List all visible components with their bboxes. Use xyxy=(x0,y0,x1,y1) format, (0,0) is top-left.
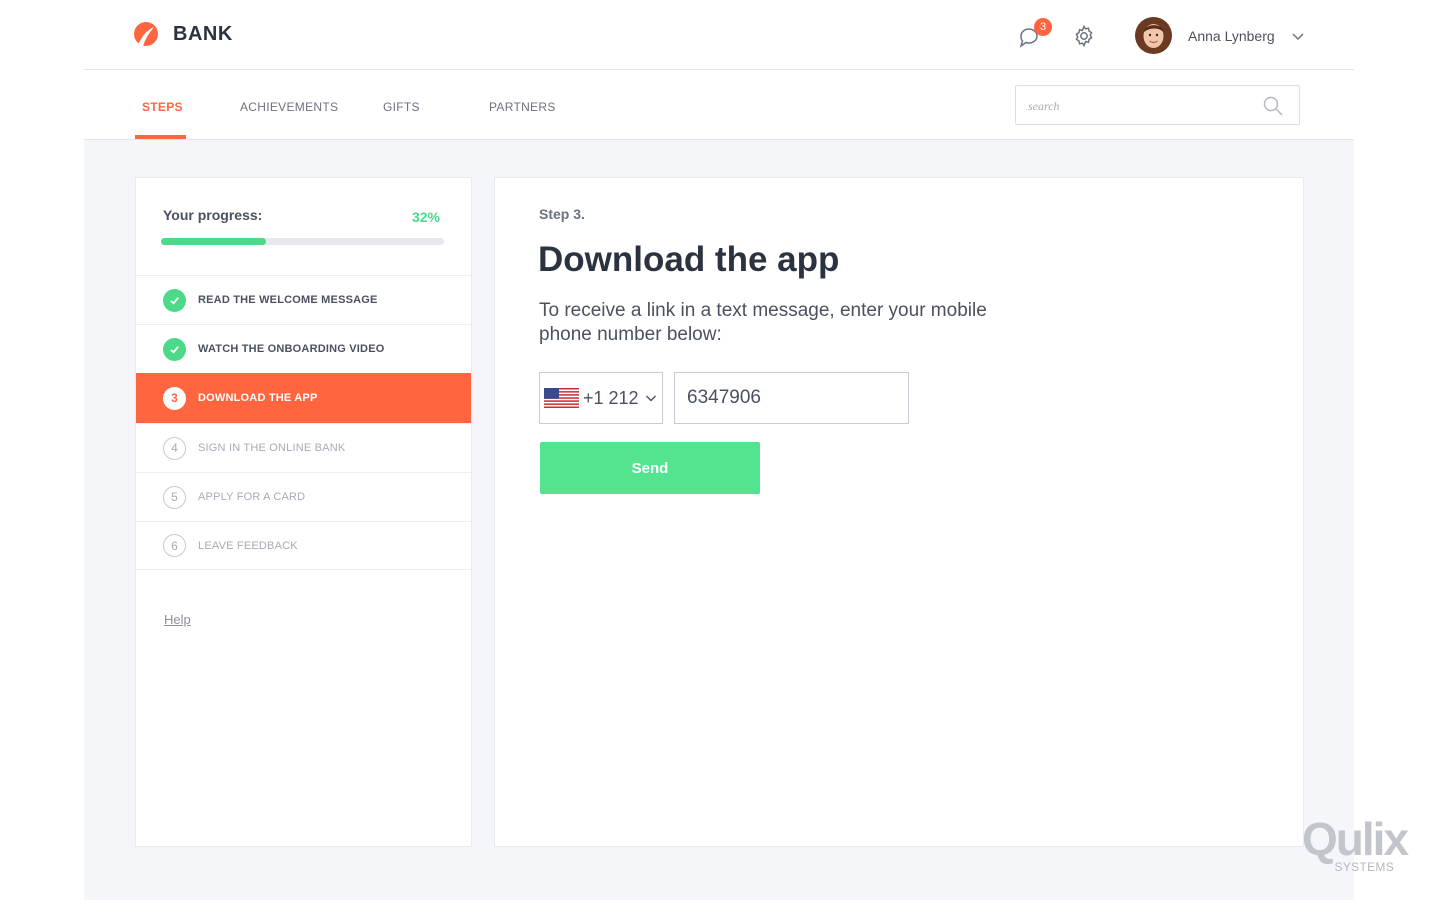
tab-achievements[interactable]: ACHIEVEMENTS xyxy=(240,100,338,114)
step-number-badge: 4 xyxy=(163,436,186,460)
step-number-badge: 5 xyxy=(163,485,186,509)
send-button[interactable]: Send xyxy=(540,442,760,494)
step-label: LEAVE FEEDBACK xyxy=(198,539,298,552)
step-item-sign-in[interactable]: 4 SIGN IN THE ONLINE BANK xyxy=(136,423,471,472)
step-label: READ THE WELCOME MESSAGE xyxy=(198,294,378,306)
logo-mark-icon xyxy=(134,22,158,46)
progress-label: Your progress: xyxy=(163,207,263,223)
step-number-badge: 3 xyxy=(163,386,186,410)
step-label: WATCH THE ONBOARDING VIDEO xyxy=(198,343,385,355)
progress-bar-fill xyxy=(161,238,266,245)
check-icon xyxy=(163,288,186,312)
settings-button[interactable] xyxy=(1072,24,1096,48)
tab-partners[interactable]: PARTNERS xyxy=(489,100,556,114)
dial-code: +1 212 xyxy=(583,387,639,408)
phone-input[interactable] xyxy=(687,386,897,410)
brand-name: BANK xyxy=(173,22,233,45)
page-title: Download the app xyxy=(538,240,840,279)
step-label: SIGN IN THE ONLINE BANK xyxy=(198,442,346,454)
step-number: Step 3. xyxy=(539,206,585,222)
step-item-read-welcome[interactable]: READ THE WELCOME MESSAGE xyxy=(136,275,471,324)
chevron-down-icon xyxy=(1292,32,1304,40)
step-item-download-app[interactable]: 3 DOWNLOAD THE APP xyxy=(136,373,471,423)
step-item-apply-card[interactable]: 5 APPLY FOR A CARD xyxy=(136,472,471,521)
qulix-watermark: Qulix SYSTEMS xyxy=(1302,813,1409,874)
progress-percent: 32% xyxy=(411,209,440,225)
country-code-select[interactable]: +1 212 xyxy=(539,372,663,424)
avatar xyxy=(1135,17,1172,54)
active-tab-indicator xyxy=(135,135,186,139)
notification-count-badge: 3 xyxy=(1034,18,1052,36)
phone-field xyxy=(674,372,909,424)
notifications-button[interactable]: 3 xyxy=(1017,18,1052,49)
step-label: APPLY FOR A CARD xyxy=(198,491,306,503)
chevron-down-icon xyxy=(645,395,656,402)
progress-bar xyxy=(161,238,444,245)
search-input[interactable] xyxy=(1028,96,1248,116)
progress-sidebar: Your progress: 32% READ THE WELCOME MESS… xyxy=(135,177,472,847)
step-item-feedback[interactable]: 6 LEAVE FEEDBACK xyxy=(136,521,471,570)
steps-list: READ THE WELCOME MESSAGE WATCH THE ONBOA… xyxy=(136,275,471,570)
step-number-badge: 6 xyxy=(163,534,186,557)
step-item-watch-video[interactable]: WATCH THE ONBOARDING VIDEO xyxy=(136,324,471,373)
help-link[interactable]: Help xyxy=(164,612,191,627)
main-nav: STEPS ACHIEVEMENTS GIFTS PARTNERS xyxy=(84,70,1354,140)
tab-gifts[interactable]: GIFTS xyxy=(383,100,420,114)
content-area: Your progress: 32% READ THE WELCOME MESS… xyxy=(84,140,1354,900)
gear-icon xyxy=(1075,24,1093,48)
user-name: Anna Lynberg xyxy=(1188,27,1275,44)
search-icon[interactable] xyxy=(1263,96,1283,116)
check-icon xyxy=(163,337,186,361)
watermark-main: Qulix xyxy=(1302,813,1409,865)
search-box xyxy=(1015,85,1300,125)
top-header: BANK 3 Anna Lynberg xyxy=(84,0,1354,70)
tab-steps[interactable]: STEPS xyxy=(142,100,183,114)
instructions-text: To receive a link in a text message, ent… xyxy=(539,300,987,345)
step-panel: Step 3. Download the app To receive a li… xyxy=(494,177,1304,847)
us-flag-icon xyxy=(544,388,579,408)
bank-logo[interactable]: BANK xyxy=(133,21,233,47)
step-label: DOWNLOAD THE APP xyxy=(198,392,318,404)
user-menu[interactable]: Anna Lynberg xyxy=(1135,17,1305,54)
